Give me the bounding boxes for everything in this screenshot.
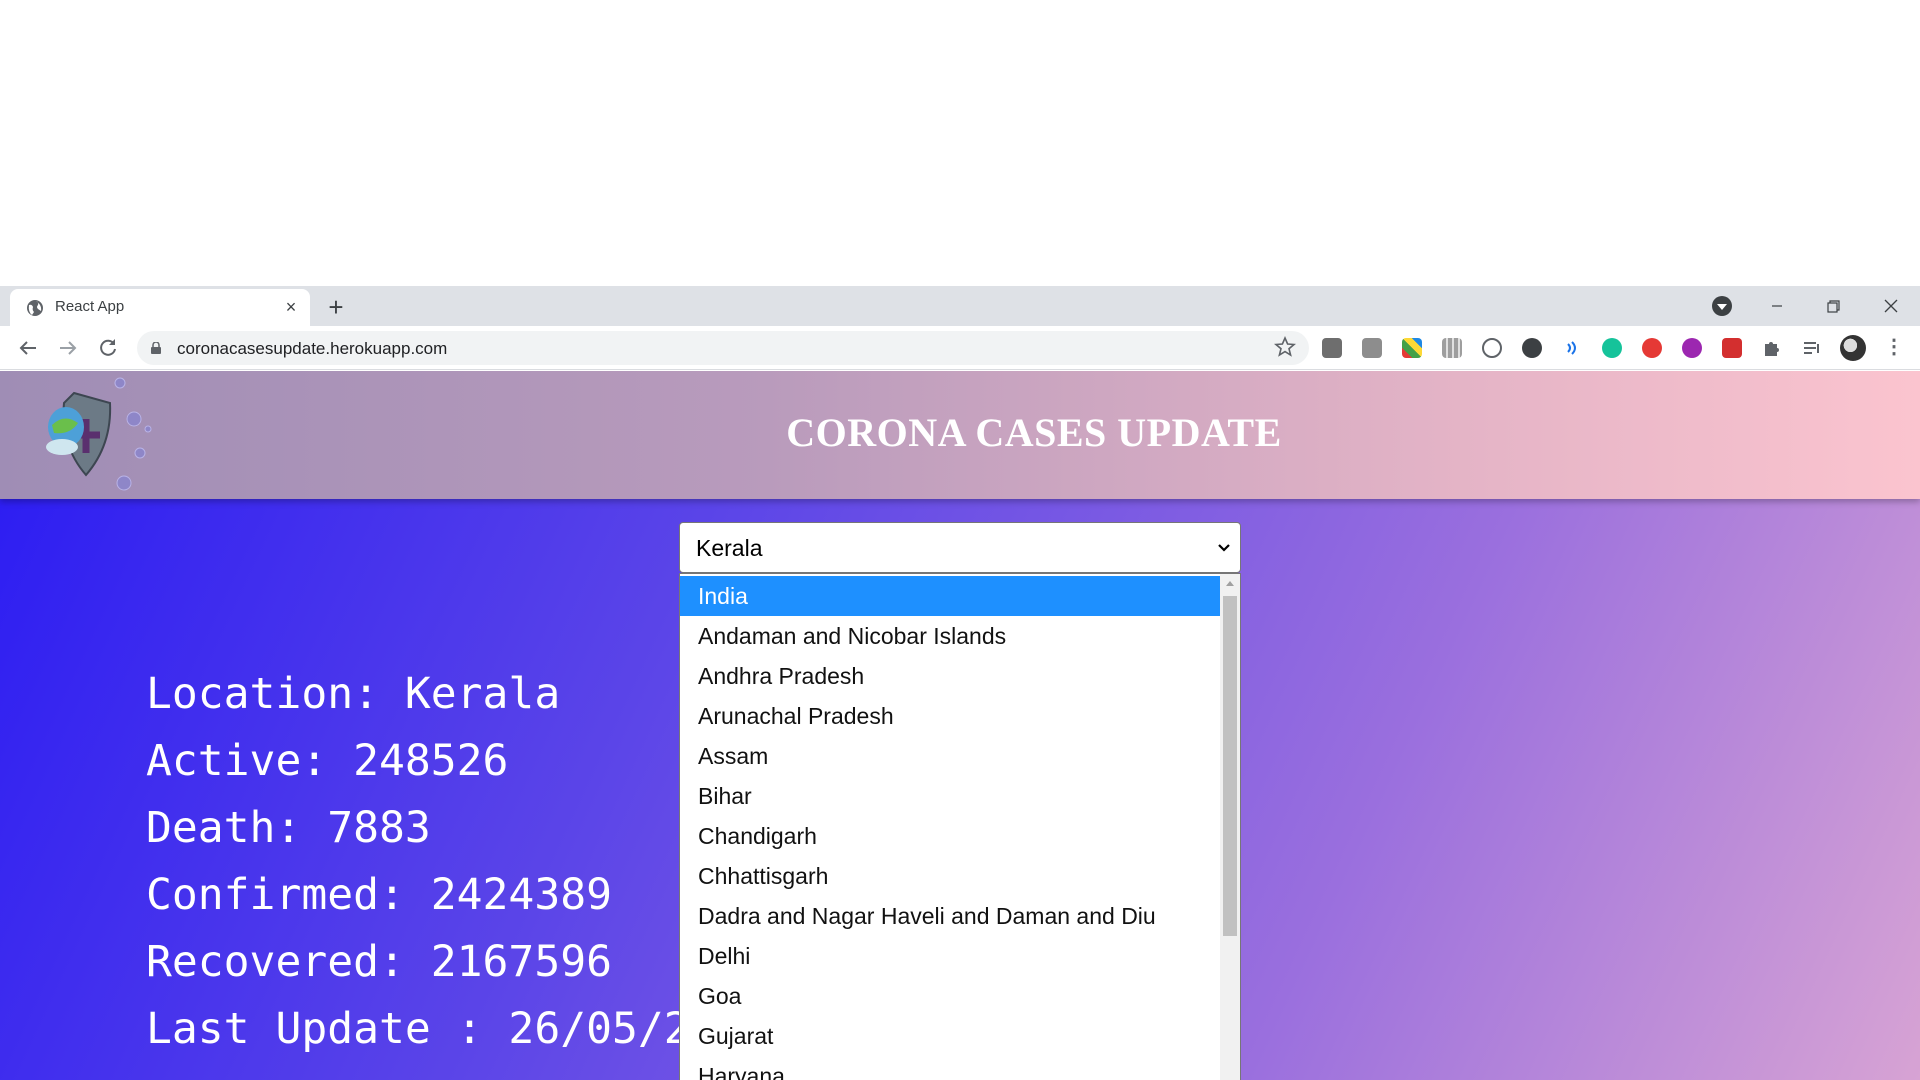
globe-icon bbox=[27, 300, 43, 316]
location-dropdown-list[interactable]: Haryana Gujarat Goa Delhi Dadra and Nagar Ha… bbox=[679, 573, 1241, 1080]
active-stat: Active: 248526 bbox=[146, 736, 509, 786]
back-button[interactable] bbox=[14, 334, 42, 362]
chevron-down-icon bbox=[1218, 544, 1230, 552]
minimize-button[interactable] bbox=[1754, 290, 1800, 322]
media-list-svg-icon bbox=[1804, 342, 1819, 354]
browser-tab[interactable]: React App × bbox=[10, 289, 310, 326]
restore-icon bbox=[1827, 300, 1840, 313]
media-list-icon[interactable] bbox=[1802, 338, 1822, 358]
puzzle-svg-icon bbox=[1765, 342, 1779, 356]
scroll-up-icon[interactable] bbox=[1220, 576, 1240, 592]
pdf-icon[interactable] bbox=[1322, 338, 1342, 358]
tab-close-icon[interactable]: × bbox=[280, 296, 302, 318]
adblock-icon[interactable] bbox=[1642, 338, 1662, 358]
dropdown-option[interactable]: India bbox=[680, 576, 1220, 616]
dark-circle-icon[interactable] bbox=[1522, 338, 1542, 358]
red-ext-icon[interactable] bbox=[1722, 338, 1742, 358]
restore-button[interactable] bbox=[1810, 290, 1856, 322]
url-text: coronacasesupdate.herokuapp.com bbox=[177, 339, 448, 358]
forward-button[interactable] bbox=[54, 334, 82, 362]
close-icon bbox=[1884, 299, 1898, 313]
wave-svg-icon bbox=[1567, 341, 1576, 355]
back-arrow-icon bbox=[19, 341, 36, 355]
last-update-stat: Last Update : 26/05/2021 bbox=[146, 1004, 768, 1054]
browser-toolbar: coronacasesupdate.herokuapp.com ⋮ bbox=[0, 326, 1920, 370]
location-select[interactable]: Kerala bbox=[679, 522, 1241, 573]
puzzle-icon[interactable] bbox=[1762, 338, 1782, 358]
grammarly-icon[interactable] bbox=[1602, 338, 1622, 358]
minimize-icon bbox=[1772, 305, 1782, 307]
profile-avatar[interactable] bbox=[1840, 335, 1866, 361]
dropdown-option[interactable]: Andaman and Nicobar Islands bbox=[680, 616, 1220, 656]
dropdown-option[interactable]: Delhi bbox=[680, 936, 1220, 976]
dropdown-option[interactable]: Andhra Pradesh bbox=[680, 656, 1220, 696]
dropdown-option[interactable]: Bihar bbox=[680, 776, 1220, 816]
app-title: CORONA CASES UPDATE bbox=[786, 410, 1282, 455]
close-window-button[interactable] bbox=[1868, 290, 1914, 322]
translate-icon[interactable] bbox=[1362, 338, 1382, 358]
bookmark-star-icon[interactable] bbox=[1273, 335, 1297, 359]
lock-icon bbox=[151, 342, 161, 354]
new-tab-button[interactable]: + bbox=[322, 294, 350, 322]
dropdown-option[interactable]: Arunachal Pradesh bbox=[680, 696, 1220, 736]
reload-icon bbox=[100, 339, 116, 356]
scrollbar-thumb[interactable] bbox=[1223, 596, 1237, 936]
app-page: CORONA CASES UPDATE Location: Kerala Act… bbox=[0, 371, 1920, 1080]
reader-icon[interactable] bbox=[1442, 338, 1462, 358]
tab-title: React App bbox=[55, 298, 125, 315]
dropdown-option[interactable]: Haryana bbox=[680, 1056, 1220, 1080]
dropdown-option[interactable]: Dadra and Nagar Haveli and Daman and Diu bbox=[680, 896, 1220, 936]
select-value: Kerala bbox=[696, 535, 763, 561]
dropdown-option[interactable]: Chhattisgarh bbox=[680, 856, 1220, 896]
location-stat: Location: Kerala bbox=[146, 669, 561, 719]
browser-menu-icon[interactable]: ⋮ bbox=[1884, 334, 1904, 360]
death-stat: Death: 7883 bbox=[146, 803, 431, 853]
forward-arrow-icon bbox=[60, 341, 77, 355]
dropdown-option[interactable]: Assam bbox=[680, 736, 1220, 776]
reload-button[interactable] bbox=[94, 334, 122, 362]
recovered-stat: Recovered: 2167596 bbox=[146, 937, 612, 987]
dropdown-scrollbar[interactable] bbox=[1220, 574, 1240, 1080]
code-icon[interactable] bbox=[1482, 338, 1502, 358]
confirmed-stat: Confirmed: 2424389 bbox=[146, 870, 612, 920]
dropdown-option[interactable]: Gujarat bbox=[680, 1016, 1220, 1056]
browser-tabstrip: React App × + bbox=[0, 286, 1920, 326]
stats-panel: Location: Kerala Active: 248526 Death: 7… bbox=[146, 661, 767, 1063]
dropdown-option[interactable]: Chandigarh bbox=[680, 816, 1220, 856]
grid-color-icon[interactable] bbox=[1402, 338, 1422, 358]
address-bar[interactable]: coronacasesupdate.herokuapp.com bbox=[137, 331, 1309, 365]
tab-search-icon[interactable] bbox=[1712, 296, 1732, 316]
wave-icon[interactable] bbox=[1562, 338, 1582, 358]
app-header: CORONA CASES UPDATE bbox=[0, 371, 1920, 499]
purple-ext-icon[interactable] bbox=[1682, 338, 1702, 358]
dropdown-option[interactable]: Goa bbox=[680, 976, 1220, 1016]
